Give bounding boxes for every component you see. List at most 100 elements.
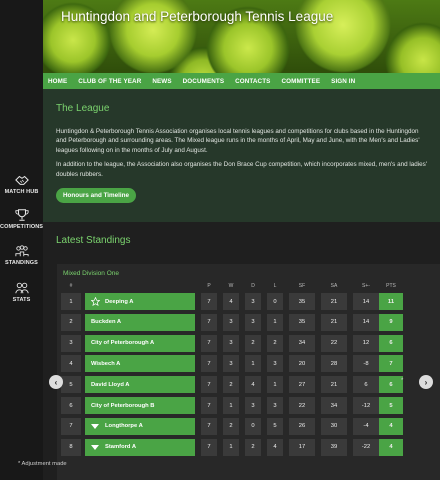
team-cell[interactable]: Stamford A xyxy=(85,438,195,456)
nav-club-of-the-year[interactable]: CLUB OF THE YEAR xyxy=(78,78,141,85)
stats-icon xyxy=(14,282,29,294)
edge-marker: * xyxy=(401,378,404,384)
w-cell: 3 xyxy=(223,313,239,331)
team-cell[interactable]: City of Peterborough B xyxy=(85,397,195,414)
sa-cell: 21 xyxy=(321,376,347,394)
rail-standings[interactable]: STANDINGS xyxy=(0,244,43,266)
rail-label: MATCH HUB xyxy=(4,189,39,195)
team-cell[interactable]: City of Peterborough A xyxy=(85,334,195,352)
p-cell: 7 xyxy=(201,397,217,414)
l-cell: 3 xyxy=(267,355,283,373)
site-title[interactable]: Huntingdon and Peterborough Tennis Leagu… xyxy=(61,9,333,24)
d-cell: 3 xyxy=(245,293,261,310)
p-cell: 7 xyxy=(201,313,217,331)
table-row[interactable]: 1 Deeping A 7 4 3 0 35 21 14 11 xyxy=(57,293,440,312)
team-name: Deeping A xyxy=(105,298,134,305)
team-cell[interactable]: Wisbech A xyxy=(85,355,195,373)
nav-news[interactable]: NEWS xyxy=(152,78,171,85)
col-header-l: L xyxy=(273,283,277,289)
diff-cell: -12 xyxy=(353,397,379,414)
d-cell: 3 xyxy=(245,313,261,331)
position-cell: 2 xyxy=(61,313,81,331)
sf-cell: 22 xyxy=(289,397,315,414)
w-cell: 4 xyxy=(223,293,239,310)
rail-label: STANDINGS xyxy=(5,260,38,266)
w-cell: 1 xyxy=(223,438,239,456)
rail-competitions[interactable]: COMPETITIONS xyxy=(0,208,43,230)
col-header-diff: S+- xyxy=(362,283,370,289)
next-division-button[interactable]: › xyxy=(419,375,433,389)
star-icon xyxy=(91,297,100,306)
nav-sign-in[interactable]: SIGN IN xyxy=(331,78,355,85)
sf-cell: 20 xyxy=(289,355,315,373)
league-section: The League Huntingdon & Peterborough Ten… xyxy=(43,89,440,222)
table-row[interactable]: 4 Wisbech A 7 3 1 3 20 28 -8 7 xyxy=(57,355,440,374)
diff-cell: -8 xyxy=(353,355,379,373)
table-row[interactable]: 7 Longthorpe A 7 2 0 5 26 30 -4 4 xyxy=(57,417,440,437)
table-row[interactable]: 3 City of Peterborough A 7 3 2 2 34 22 12 6 xyxy=(57,334,440,354)
p-cell: 7 xyxy=(201,417,217,435)
standings-heading: Latest Standings xyxy=(56,235,131,246)
rail-match-hub[interactable]: MATCH HUB xyxy=(0,173,43,195)
pts-cell: 4 xyxy=(379,438,403,456)
l-cell: 1 xyxy=(267,313,283,331)
pts-cell: 6 xyxy=(379,334,403,352)
table-row[interactable]: 8 Stamford A 7 1 2 4 17 39 -22 4 xyxy=(57,438,440,458)
p-cell: 7 xyxy=(201,376,217,394)
diff-cell: -4 xyxy=(353,417,379,435)
table-row[interactable]: 2 Buckden A 7 3 3 1 35 21 14 9 xyxy=(57,313,440,333)
team-name: Stamford A xyxy=(105,444,137,451)
p-cell: 7 xyxy=(201,334,217,352)
team-name: Buckden A xyxy=(91,319,122,326)
col-header-p: P xyxy=(207,283,211,289)
diff-cell: 12 xyxy=(353,334,379,352)
header-banner: Huntingdon and Peterborough Tennis Leagu… xyxy=(43,0,440,73)
team-name: City of Peterborough A xyxy=(91,340,155,347)
league-paragraph: Huntingdon & Peterborough Tennis Associa… xyxy=(56,128,420,154)
sa-cell: 30 xyxy=(321,417,347,435)
team-cell[interactable]: Longthorpe A xyxy=(85,417,195,435)
d-cell: 0 xyxy=(245,417,261,435)
rail-stats[interactable]: STATS xyxy=(0,281,43,303)
pts-cell: 4 xyxy=(379,417,403,435)
sf-cell: 27 xyxy=(289,376,315,394)
p-cell: 7 xyxy=(201,293,217,310)
team-cell[interactable]: David Lloyd A xyxy=(85,376,195,394)
division-title[interactable]: Mixed Division One xyxy=(63,270,119,277)
team-name: David Lloyd A xyxy=(91,381,130,388)
prev-division-button[interactable]: ‹ xyxy=(49,375,63,389)
nav-committee[interactable]: COMMITTEE xyxy=(281,78,320,85)
adjustment-footnote: * Adjustment made xyxy=(18,461,67,467)
diff-cell: 6 xyxy=(353,376,379,394)
pts-cell: 11 xyxy=(379,293,403,310)
d-cell: 1 xyxy=(245,355,261,373)
nav-contacts[interactable]: CONTACTS xyxy=(235,78,270,85)
team-cell[interactable]: Buckden A xyxy=(85,313,195,331)
sf-cell: 17 xyxy=(289,438,315,456)
main-nav: HOME CLUB OF THE YEAR NEWS DOCUMENTS CON… xyxy=(43,73,440,89)
sa-cell: 21 xyxy=(321,293,347,310)
pts-cell: 9 xyxy=(379,313,403,331)
diff-cell: 14 xyxy=(353,313,379,331)
pts-cell: 6 xyxy=(379,376,403,394)
nav-home[interactable]: HOME xyxy=(48,78,67,85)
team-name: City of Peterborough B xyxy=(91,402,155,409)
table-row[interactable]: 6 City of Peterborough B 7 1 3 3 22 34 -12 5 xyxy=(57,397,440,416)
table-row[interactable]: 5 David Lloyd A 7 2 4 1 27 21 6 6 xyxy=(57,376,440,395)
w-cell: 1 xyxy=(223,397,239,414)
w-cell: 3 xyxy=(223,355,239,373)
sf-cell: 35 xyxy=(289,293,315,310)
position-cell: 1 xyxy=(61,293,81,310)
position-cell: 5 xyxy=(61,376,81,394)
relegation-down-icon xyxy=(91,423,99,429)
p-cell: 7 xyxy=(201,355,217,373)
league-paragraph: In addition to the league, the Associati… xyxy=(56,161,427,178)
team-cell[interactable]: Deeping A xyxy=(85,293,195,310)
honours-timeline-button[interactable]: Honours and Timeline xyxy=(56,188,137,204)
nav-documents[interactable]: DOCUMENTS xyxy=(183,78,224,85)
col-header-sf: SF xyxy=(298,283,306,289)
d-cell: 4 xyxy=(245,376,261,394)
col-header-pos: # xyxy=(69,283,73,289)
position-cell: 6 xyxy=(61,397,81,414)
w-cell: 3 xyxy=(223,334,239,352)
